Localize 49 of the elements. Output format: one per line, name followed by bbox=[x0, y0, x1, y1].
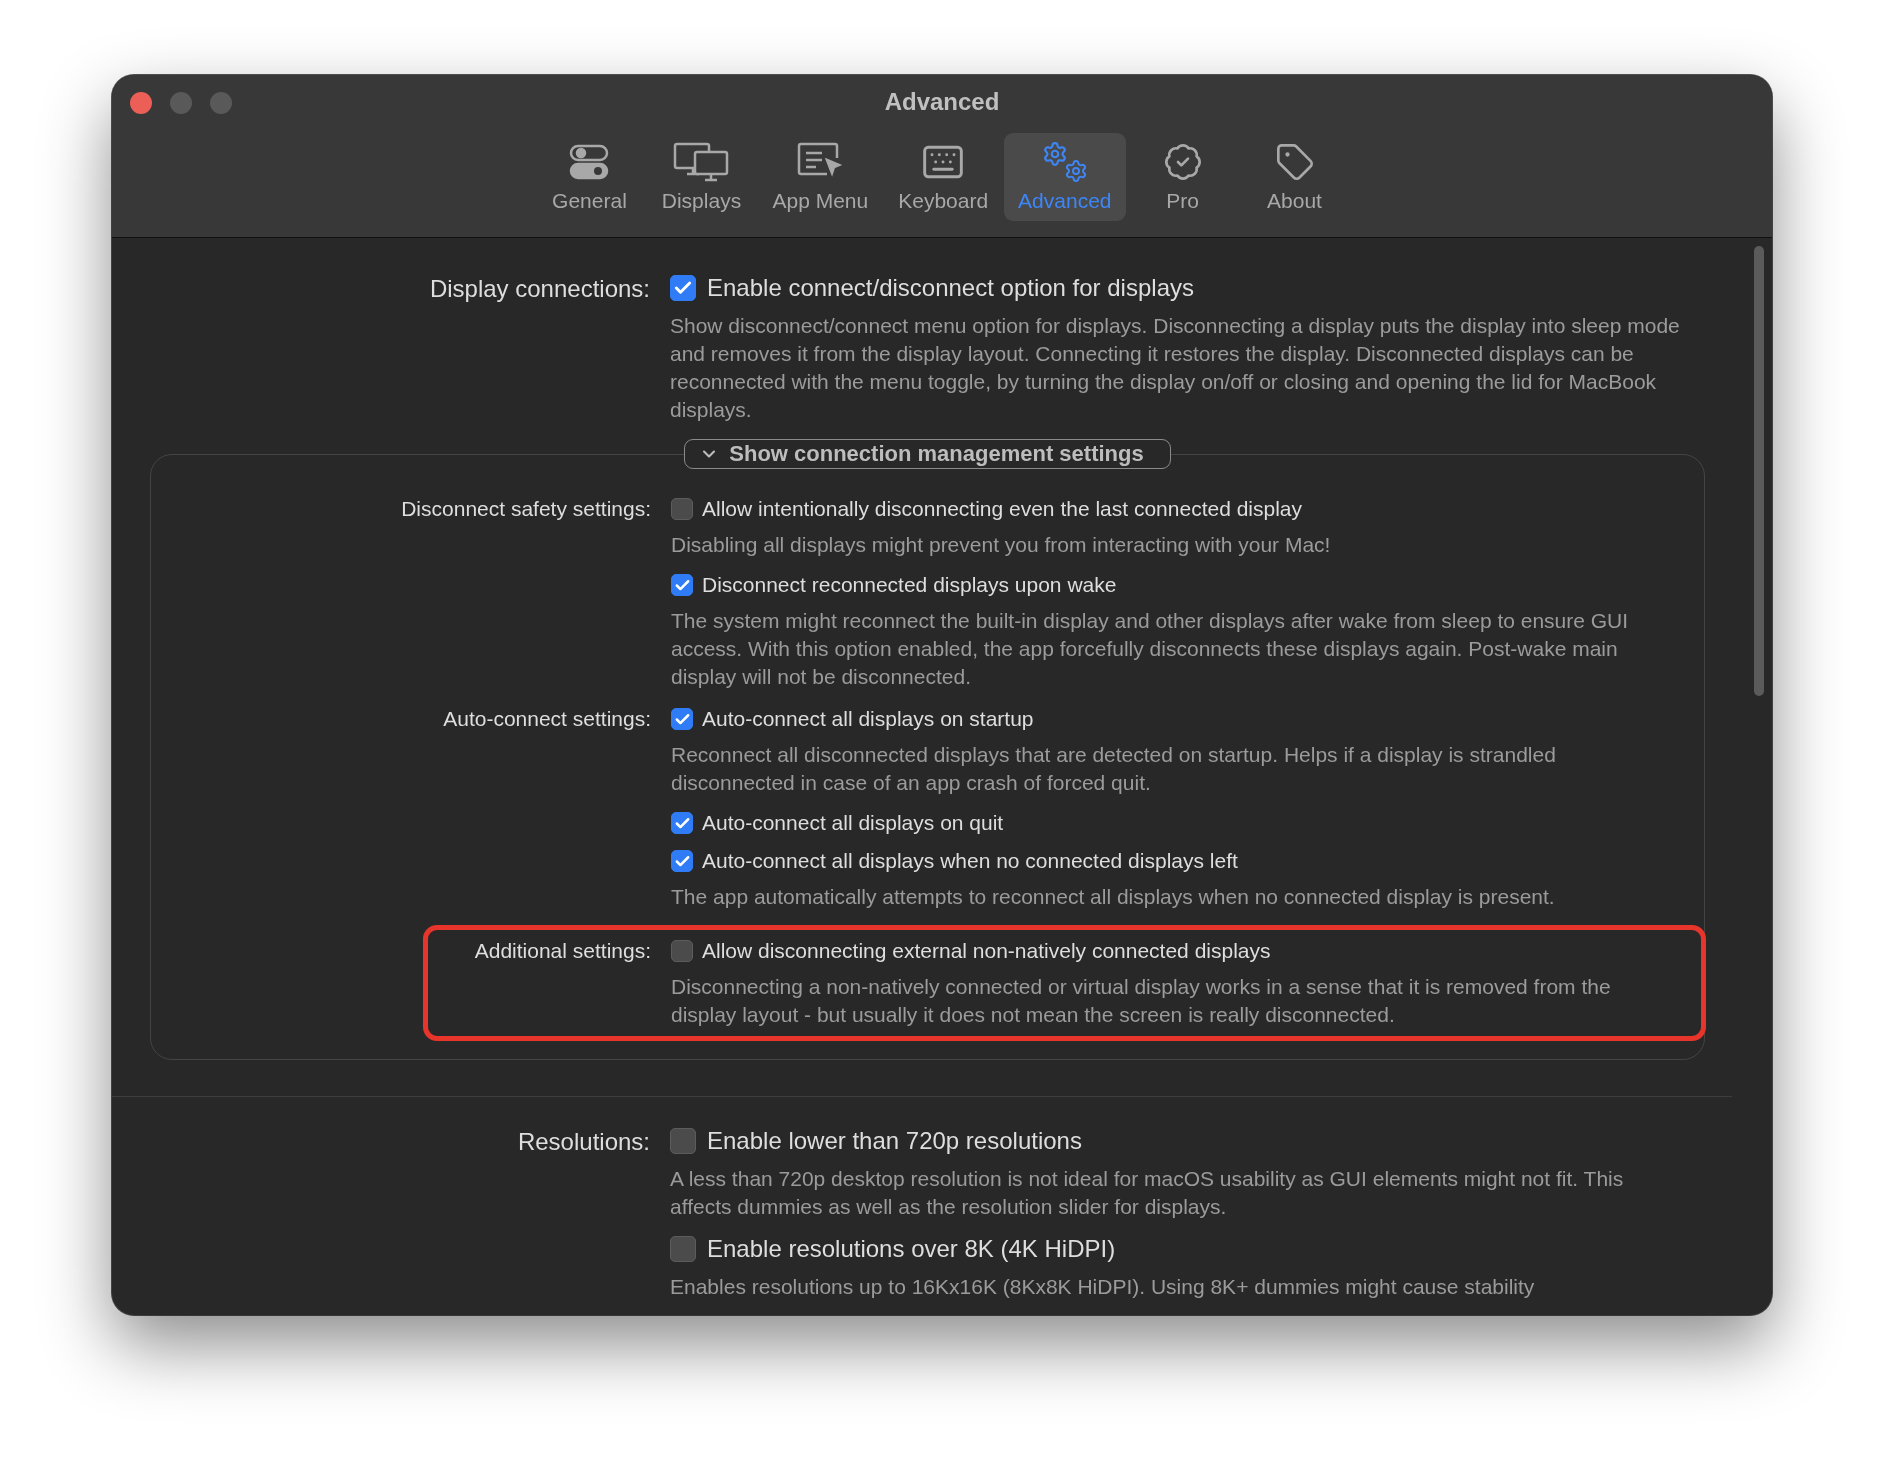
checkbox[interactable] bbox=[670, 1236, 696, 1262]
checkbox-label: Allow intentionally disconnecting even the last connected display bbox=[702, 497, 1303, 521]
checkbox[interactable] bbox=[671, 708, 693, 730]
checkbox[interactable] bbox=[671, 574, 693, 596]
setting-label: Auto-connect settings: bbox=[442, 707, 651, 732]
toolbar-tab[interactable]: General bbox=[534, 133, 645, 221]
gears-icon bbox=[1041, 141, 1088, 183]
setting-label: Display connections: bbox=[428, 274, 650, 304]
toggles-icon bbox=[569, 144, 610, 180]
setting-label: Resolutions: bbox=[516, 1127, 650, 1157]
checkbox-label: Enable lower than 720p resolutions bbox=[707, 1127, 1082, 1155]
option-description: Enables resolutions up to 16Kx16K (8Kx8K HiDPI). Using 8K+ dummies might cause stability bbox=[670, 1274, 1536, 1300]
minimize-button[interactable] bbox=[170, 92, 192, 114]
setting-label: Additional settings: bbox=[473, 939, 651, 964]
option-description: Reconnect all disconnected displays that are detected on startup. Helps if a display is strandled disconnected in case of an app crash of forced quit. bbox=[671, 742, 1557, 796]
checkbox-label: Auto-connect all displays when no connected displays left bbox=[702, 849, 1238, 873]
zoom-button[interactable] bbox=[210, 92, 232, 114]
toolbar-tab[interactable]: About bbox=[1239, 133, 1350, 221]
toolbar-tab[interactable]: Pro bbox=[1127, 133, 1238, 221]
option-description: The system might reconnect the built-in display and other displays after wake from sleep to ensure GUI access. With this option enabled, the app forcefully disconnects these displays again. Post-wake main display will not be disconnected. bbox=[671, 608, 1630, 690]
window-title: Advanced bbox=[884, 88, 1000, 116]
checkbox-label: Auto-connect all displays on startup bbox=[702, 707, 1034, 731]
checkbox-label: Disconnect reconnected displays upon wake bbox=[702, 573, 1117, 597]
option-description: Disabling all displays might prevent you from interacting with your Mac! bbox=[671, 532, 1332, 558]
checkbox-label: Enable resolutions over 8K (4K HiDPI) bbox=[707, 1235, 1116, 1263]
checkbox[interactable] bbox=[670, 275, 696, 301]
badge-check-icon bbox=[1162, 142, 1203, 182]
setting-label: Disconnect safety settings: bbox=[400, 497, 651, 522]
checkbox[interactable] bbox=[671, 812, 693, 834]
disclosure-button[interactable]: Show connection management settings bbox=[684, 439, 1171, 469]
toolbar-tab[interactable]: Advanced bbox=[1004, 133, 1126, 221]
checkbox-label: Auto-connect all displays on quit bbox=[702, 811, 1004, 835]
checkbox[interactable] bbox=[671, 498, 693, 520]
monitors-icon bbox=[673, 142, 730, 182]
checkbox[interactable] bbox=[670, 1128, 696, 1154]
checkbox[interactable] bbox=[671, 940, 693, 962]
checkbox[interactable] bbox=[671, 850, 693, 872]
option-description: The app automatically attempts to reconnect all displays when no connected display is present. bbox=[671, 884, 1556, 910]
checkbox-label: Allow disconnecting external non-natively connected displays bbox=[702, 939, 1271, 963]
option-description: A less than 720p desktop resolution is not ideal for macOS usability as GUI elements might not fit. This affects dummies as well as the resolution slider for displays. bbox=[670, 1166, 1625, 1220]
tag-icon bbox=[1274, 142, 1315, 182]
toolbar-tab[interactable]: Displays bbox=[646, 133, 757, 221]
close-button[interactable] bbox=[130, 92, 152, 114]
scrollbar-thumb[interactable] bbox=[1754, 246, 1764, 696]
toolbar-tab[interactable]: Keyboard bbox=[884, 133, 1003, 221]
option-description: Show disconnect/connect menu option for displays. Disconnecting a display puts the display into sleep mode and removes it from the display layout. Connecting it restores the display. Disconnected displays can be reconnected with the menu toggle, by turning the display on/off or closing and opening the lid for MacBook displays. bbox=[670, 313, 1681, 423]
toolbar-tab[interactable]: App Menu bbox=[758, 133, 883, 221]
option-description: Disconnecting a non-natively connected or virtual display works in a sense that it is removed from the display layout - but usually it does not mean the screen is really disconnected. bbox=[671, 974, 1612, 1028]
checkbox-label: Enable connect/disconnect option for displays bbox=[707, 274, 1194, 302]
